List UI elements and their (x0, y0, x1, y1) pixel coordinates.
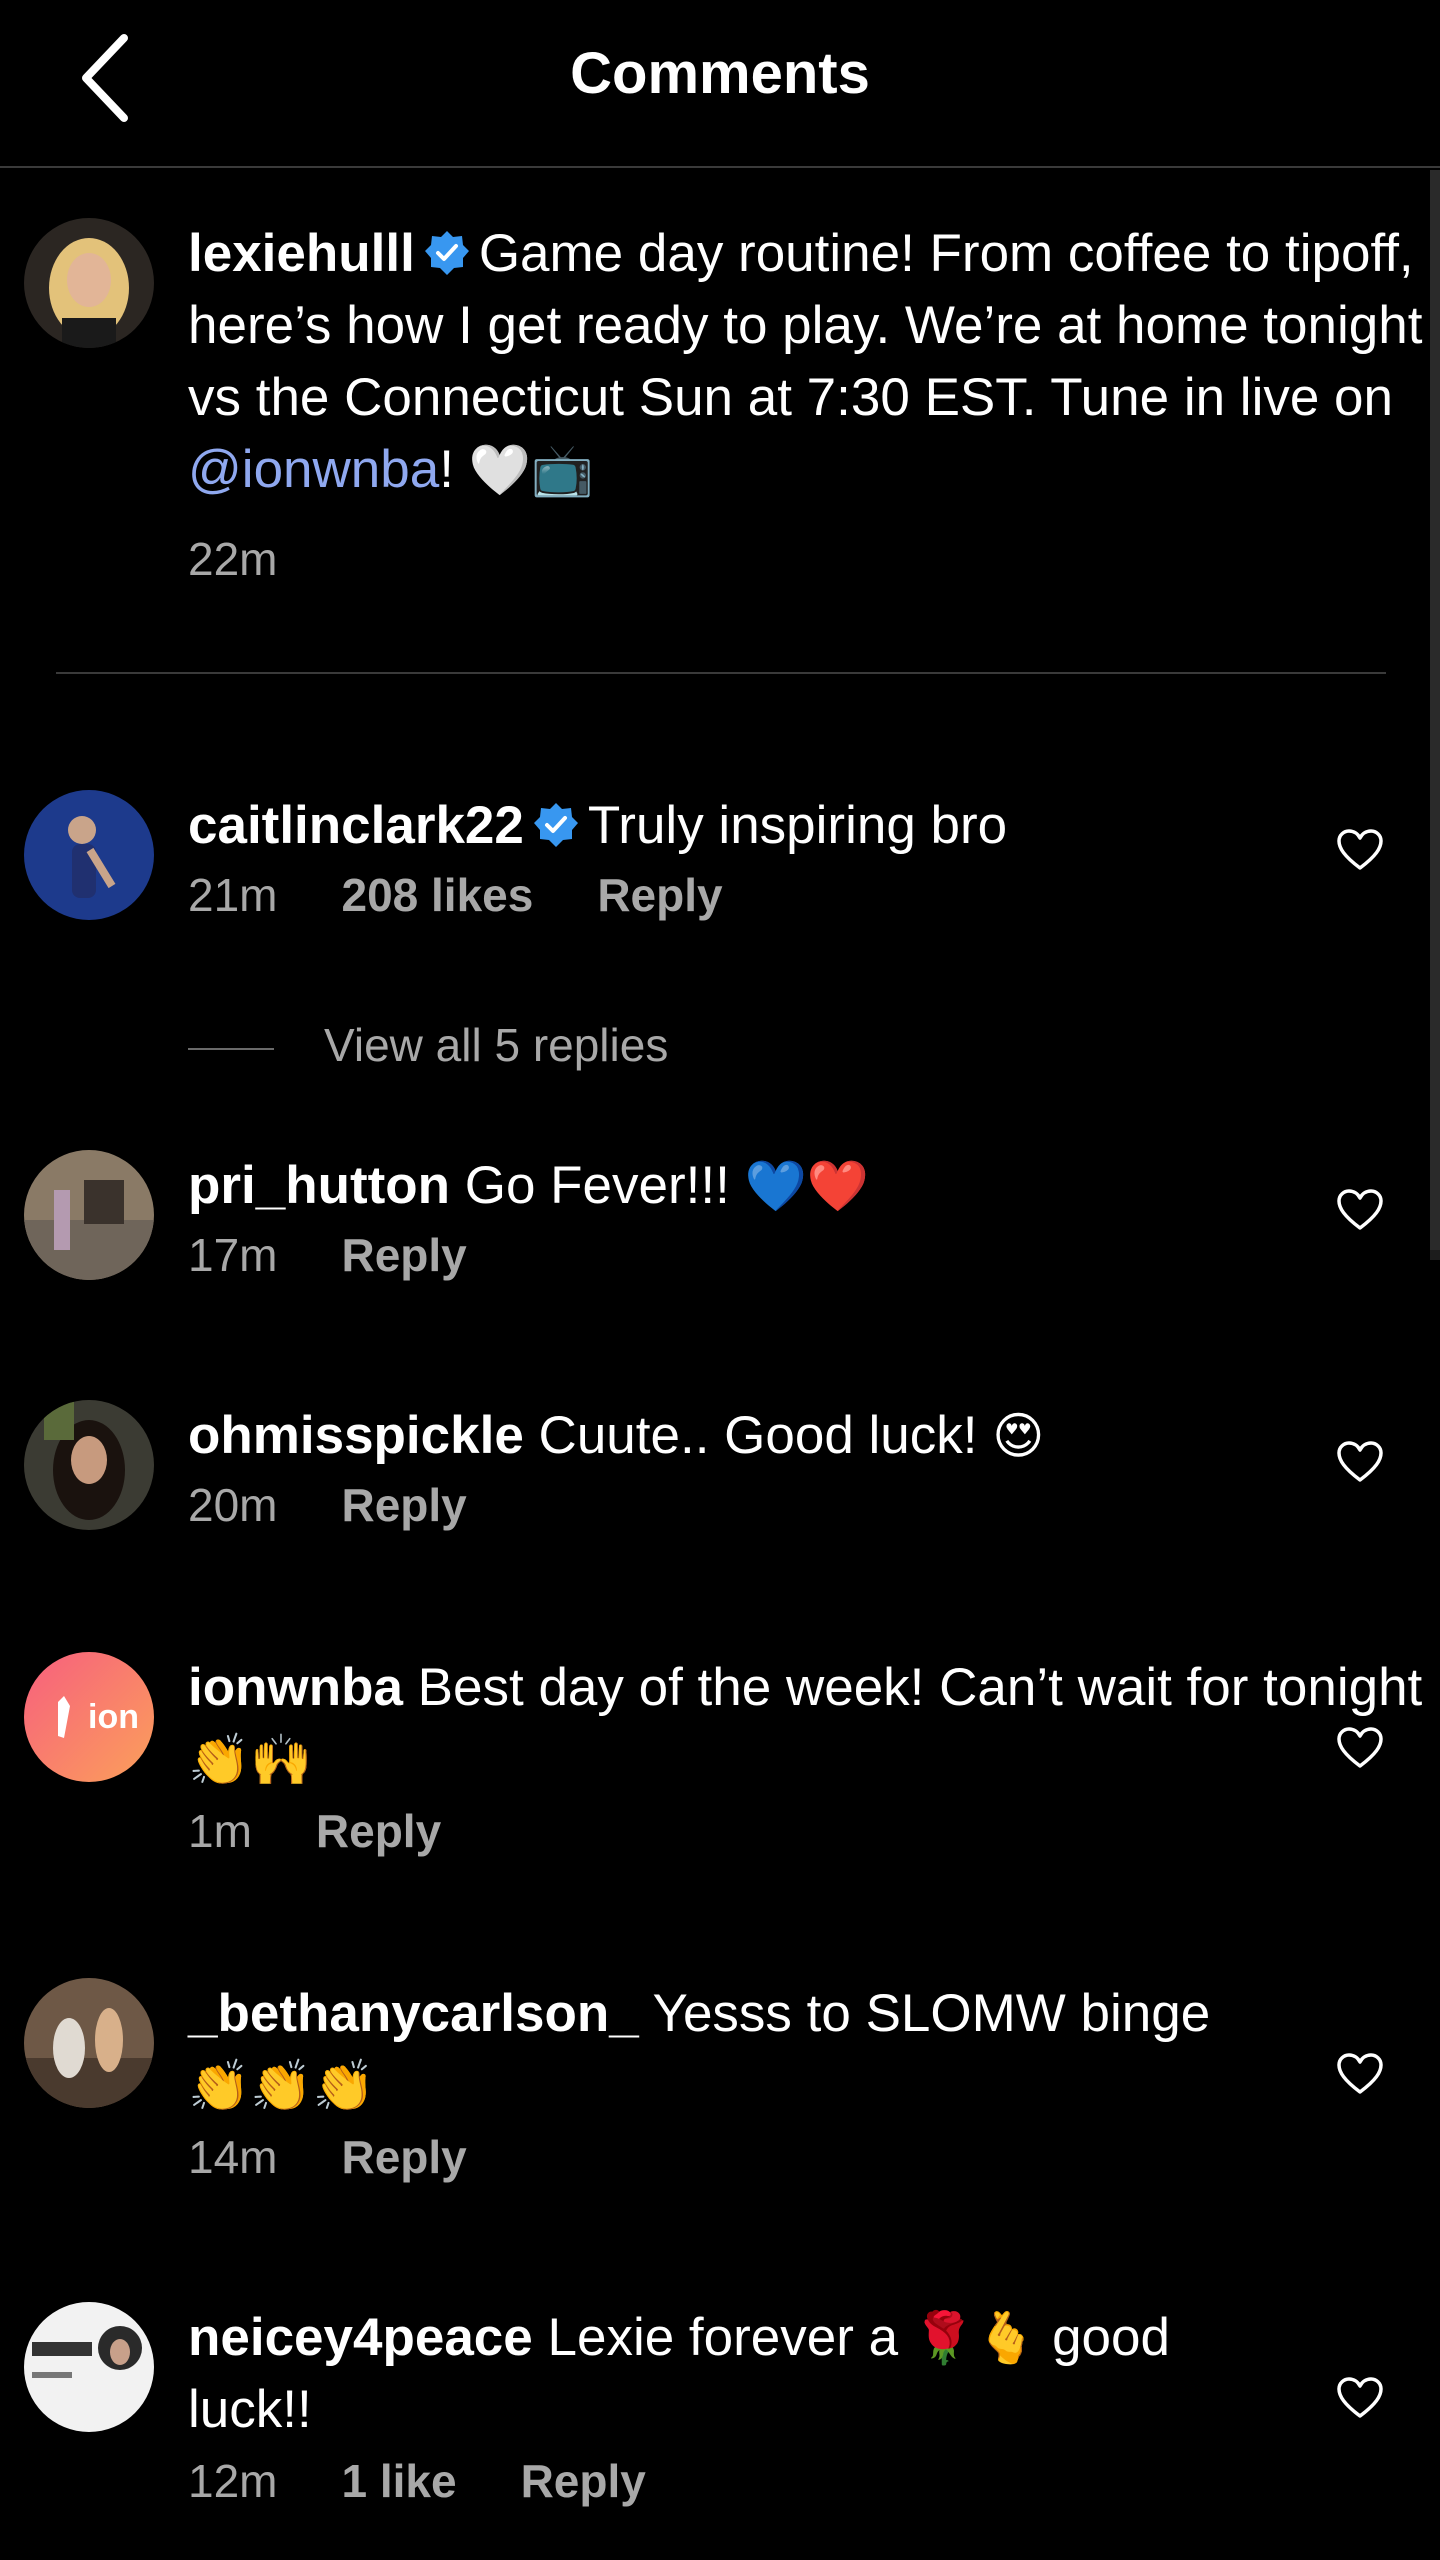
likes-count[interactable]: 208 likes (341, 869, 533, 921)
like-heart-icon[interactable] (1336, 1440, 1384, 1484)
comment-bethanycarlson: _bethanycarlson_ Yesss to SLOMW binge 👏👏👏… (188, 1978, 1428, 2184)
comment-timestamp: 1m (188, 1805, 252, 1857)
comment-text: Lexie forever a (547, 2308, 899, 2367)
caption-timestamp: 22m (188, 533, 278, 585)
comment-neicey4peace: neicey4peace Lexie forever a 🌹🫰 good luc… (188, 2302, 1428, 2508)
caption-text: lexiehulll Game day routine! From coffee … (188, 218, 1428, 506)
avatar-ohmisspickle[interactable] (24, 1400, 154, 1530)
caption-divider (56, 672, 1386, 674)
avatar-lexiehulll[interactable] (24, 218, 154, 348)
avatar-ionwnba[interactable]: ion (24, 1652, 154, 1782)
username-neicey4peace[interactable]: neicey4peace (188, 2308, 533, 2367)
comment-emoji: 😍 (992, 1407, 1045, 1465)
avatar-bethanycarlson[interactable] (24, 1978, 154, 2108)
reply-button[interactable]: Reply (316, 1805, 441, 1857)
view-replies-label: View all 5 replies (324, 1019, 669, 1071)
username-pri-hutton[interactable]: pri_hutton (188, 1156, 450, 1215)
comment-ionwnba: ionwnba Best day of the week! Can’t wait… (188, 1652, 1428, 1858)
comment-timestamp: 14m (188, 2131, 278, 2183)
mention-ionwnba[interactable]: @ionwnba (188, 440, 439, 499)
header-bar: Comments (0, 0, 1440, 168)
caption-block: lexiehulll Game day routine! From coffee … (188, 218, 1428, 586)
like-heart-icon[interactable] (1336, 2376, 1384, 2420)
avatar-caitlinclark22[interactable] (24, 790, 154, 920)
like-heart-icon[interactable] (1336, 1726, 1384, 1770)
comment-emoji: 💙❤️ (744, 1157, 870, 1215)
reply-button[interactable]: Reply (597, 869, 722, 921)
verified-badge-icon (424, 231, 469, 275)
comment-emoji: 👏👏👏 (188, 2057, 375, 2115)
reply-button[interactable]: Reply (341, 1479, 466, 1531)
like-heart-icon[interactable] (1336, 2052, 1384, 2096)
like-heart-icon[interactable] (1336, 1188, 1384, 1232)
comment-text: Cuute.. Good luck! (538, 1406, 978, 1465)
username-ionwnba[interactable]: ionwnba (188, 1658, 403, 1717)
comment-timestamp: 17m (188, 1229, 278, 1281)
comment-caitlinclark22: caitlinclark22 Truly inspiring bro 21m 208… (188, 790, 1428, 922)
comment-text: Truly inspiring bro (587, 796, 1008, 855)
comment-timestamp: 21m (188, 869, 278, 921)
comment-ohmisspickle: ohmisspickle Cuute.. Good luck! 😍 20m Rep… (188, 1400, 1428, 1532)
scrollbar-thumb[interactable] (1430, 170, 1440, 1250)
username-caitlinclark22[interactable]: caitlinclark22 (188, 796, 524, 855)
replies-dash (188, 1047, 274, 1050)
comment-timestamp: 20m (188, 1479, 278, 1531)
comment-text: Best day of the week! Can’t wait for ton… (417, 1658, 1423, 1717)
comment-pri-hutton: pri_hutton Go Fever!!! 💙❤️ 17m Reply (188, 1150, 1428, 1282)
ion-logo-text: ion (88, 1698, 139, 1736)
caption-emoji: 🤍📺 (468, 441, 594, 499)
username-ohmisspickle[interactable]: ohmisspickle (188, 1406, 524, 1465)
caption-tail: ! (439, 440, 454, 499)
username-bethanycarlson[interactable]: _bethanycarlson_ (188, 1984, 639, 2043)
username-lexiehulll[interactable]: lexiehulll (188, 224, 415, 283)
avatar-neicey4peace[interactable] (24, 2302, 154, 2432)
reply-button[interactable]: Reply (341, 2131, 466, 2183)
caption-meta: 22m (188, 532, 1428, 586)
reply-button[interactable]: Reply (341, 1229, 466, 1281)
comment-text: Yesss to SLOMW binge (652, 1984, 1211, 2043)
comment-emoji: 👏🙌 (188, 1731, 313, 1789)
reply-button[interactable]: Reply (521, 2455, 646, 2507)
page-title: Comments (570, 41, 870, 106)
likes-count[interactable]: 1 like (341, 2455, 456, 2507)
verified-badge-icon (533, 803, 578, 847)
avatar-pri-hutton[interactable] (24, 1150, 154, 1280)
comment-text: Go Fever!!! (464, 1156, 730, 1215)
like-heart-icon[interactable] (1336, 828, 1384, 872)
comment-timestamp: 12m (188, 2455, 278, 2507)
comment-emoji: 🌹🫰 (912, 2309, 1038, 2367)
view-replies-button[interactable]: View all 5 replies (188, 1018, 668, 1082)
